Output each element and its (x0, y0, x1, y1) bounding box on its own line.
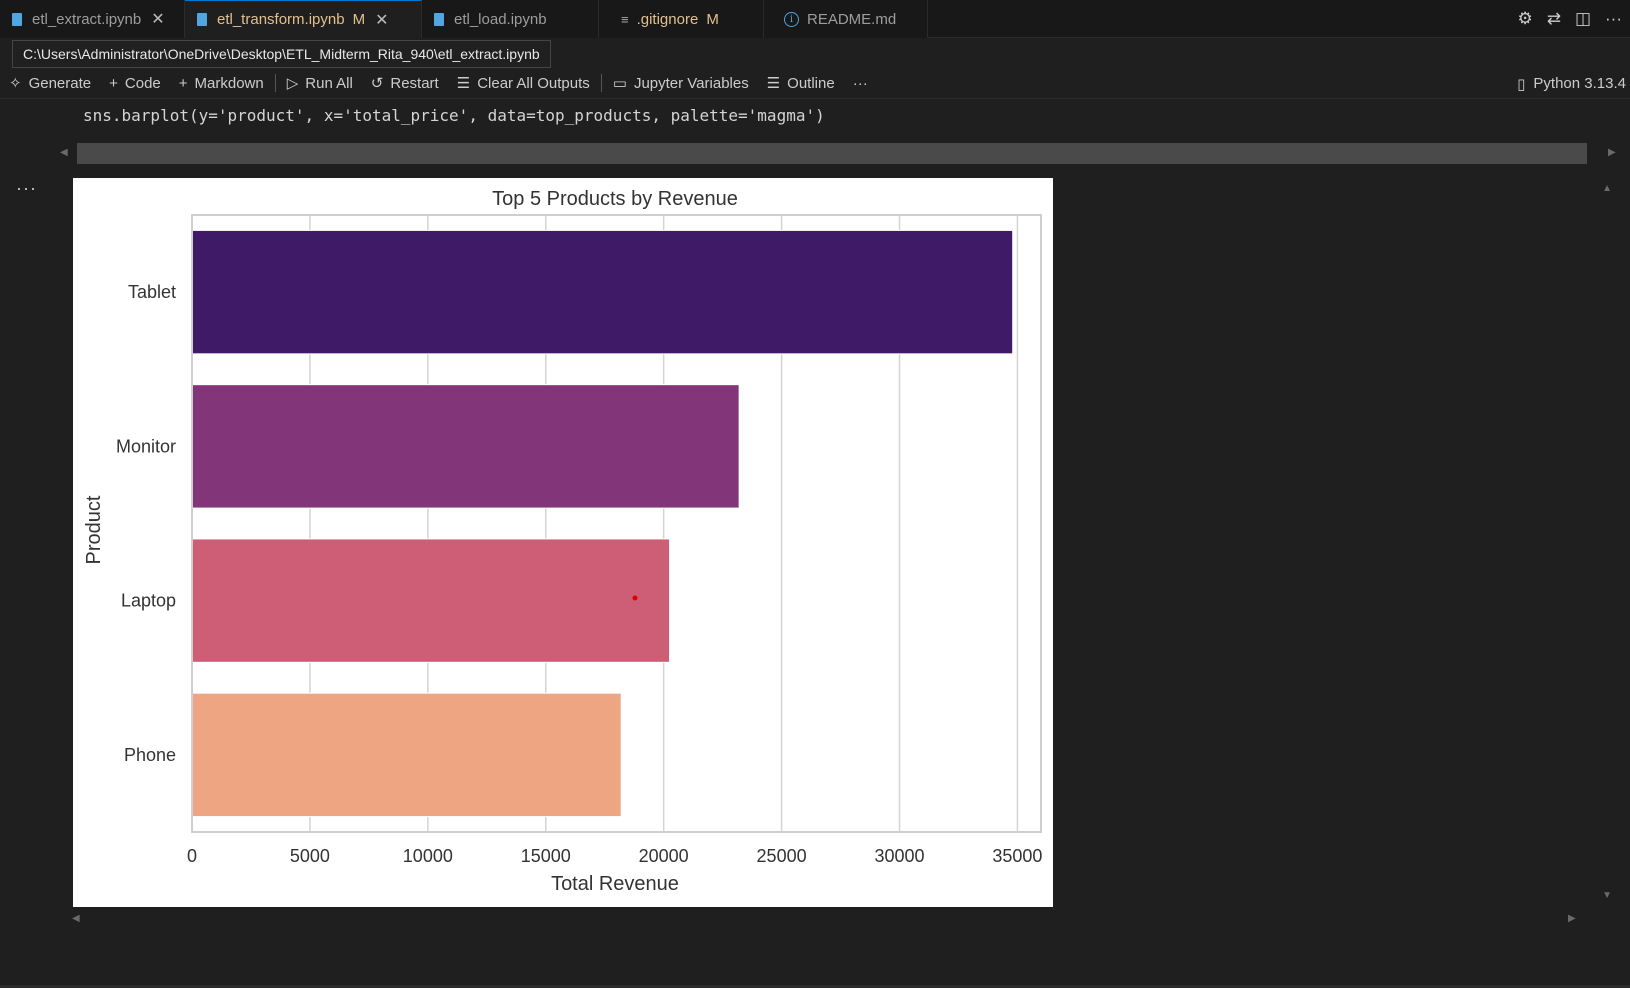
bar (191, 692, 622, 818)
restart-button[interactable]: ↺ Restart (362, 68, 448, 99)
restart-icon: ↺ (370, 75, 384, 92)
list-icon: ☰ (766, 75, 781, 92)
info-icon: i (784, 11, 799, 27)
plus-icon: + (109, 74, 118, 92)
gear-icon[interactable]: ⚙ (1517, 9, 1532, 29)
y-tick-label: Monitor (116, 436, 176, 456)
clear-outputs-label: Clear All Outputs (477, 74, 590, 92)
tab-etl-transform[interactable]: etl_transform.ipynb M ✕ (185, 0, 422, 38)
y-tick-labels: Tablet Monitor Laptop Phone (116, 282, 176, 765)
generate-label: Generate (28, 74, 92, 92)
variables-label: Jupyter Variables (633, 74, 749, 92)
scroll-left-icon[interactable]: ◀ (60, 147, 68, 158)
close-icon[interactable]: ✕ (375, 10, 388, 30)
split-editor-icon[interactable]: ◫ (1575, 9, 1591, 29)
output-scroll-left-icon[interactable]: ◀ (72, 913, 80, 924)
code-line[interactable]: sns.barplot(y='product', x='total_price'… (83, 106, 825, 125)
add-code-button[interactable]: + Code (100, 68, 170, 99)
editor-actions: ⚙ ⇄ ◫ ··· (1517, 0, 1622, 38)
bar (191, 538, 671, 663)
output-scroll-right-icon[interactable]: ▶ (1568, 913, 1576, 924)
horizontal-scrollbar[interactable] (77, 143, 1587, 164)
generate-button[interactable]: ✧ Generate (0, 68, 100, 99)
tab-label: etl_extract.ipynb (32, 10, 142, 28)
lines-file-icon: ≡ (621, 11, 629, 27)
cell-more-button[interactable]: ··· (16, 178, 37, 199)
outline-label: Outline (787, 74, 835, 92)
x-tick-label: 20000 (639, 846, 689, 866)
notebook-file-icon (197, 13, 207, 26)
add-markdown-button[interactable]: + Markdown (170, 68, 273, 99)
play-icon: ▷ (286, 75, 299, 92)
kernel-label: Python 3.13.4 (1533, 75, 1626, 92)
bar-chart: Top 5 Products by Revenue 0 5000 10000 1500… (83, 188, 1042, 895)
notebook-file-icon (12, 12, 22, 26)
markdown-label: Markdown (194, 74, 264, 92)
tab-label: etl_load.ipynb (454, 10, 547, 28)
tab-readme[interactable]: i README.md (764, 0, 928, 38)
run-all-button[interactable]: ▷ Run All (278, 68, 362, 99)
x-tick-label: 0 (187, 846, 197, 866)
editor-tab-bar: etl_extract.ipynb ✕ etl_transform.ipynb … (0, 0, 1630, 38)
bars (191, 229, 1014, 818)
clear-all-icon: ☰ (456, 75, 471, 92)
cursor-dot (632, 595, 638, 601)
sparkle-icon: ✧ (9, 75, 22, 92)
y-axis-label: Product (83, 495, 105, 564)
x-tick-labels: 0 5000 10000 15000 20000 25000 30000 35000 (187, 846, 1042, 866)
kernel-picker[interactable]: ▯ Python 3.13.4 (1517, 68, 1626, 99)
x-tick-label: 30000 (874, 846, 924, 866)
variables-icon: ▭ (612, 75, 627, 92)
close-icon[interactable]: ✕ (151, 9, 164, 29)
compare-changes-icon[interactable]: ⇄ (1547, 9, 1561, 29)
x-tick-label: 15000 (521, 846, 571, 866)
jupyter-variables-button[interactable]: ▭ Jupyter Variables (604, 68, 758, 99)
notebook-file-icon (434, 12, 444, 26)
chart-title: Top 5 Products by Revenue (492, 188, 738, 210)
y-tick-label: Laptop (121, 591, 176, 611)
modified-indicator: M (352, 11, 366, 28)
plus-icon: + (178, 74, 188, 92)
modified-indicator: M (706, 10, 719, 28)
y-tick-label: Tablet (128, 282, 176, 302)
outline-button[interactable]: ☰ Outline (758, 68, 844, 99)
tab-etl-extract[interactable]: etl_extract.ipynb ✕ (0, 0, 185, 38)
x-tick-label: 5000 (290, 846, 330, 866)
y-tick-label: Phone (124, 745, 176, 765)
bar (191, 384, 740, 509)
notebook-toolbar: ✧ Generate + Code + Markdown ▷ Run All ↺… (0, 68, 1630, 99)
x-tick-label: 35000 (992, 846, 1042, 866)
more-toolbar-button[interactable]: ··· (844, 68, 877, 99)
run-all-label: Run All (305, 74, 353, 92)
file-path-tooltip: C:\Users\Administrator\OneDrive\Desktop\… (12, 40, 551, 68)
toolbar-divider (600, 74, 602, 92)
x-tick-label: 10000 (403, 846, 453, 866)
more-actions-icon[interactable]: ··· (1605, 9, 1622, 29)
scroll-down-icon[interactable]: ▼ (1602, 890, 1612, 901)
x-axis-label: Total Revenue (551, 873, 679, 895)
tab-label: .gitignore (636, 10, 699, 28)
code-label: Code (124, 74, 161, 92)
tab-etl-load[interactable]: etl_load.ipynb (422, 0, 599, 38)
kernel-icon: ▯ (1517, 75, 1526, 93)
scroll-right-icon[interactable]: ▶ (1608, 147, 1616, 158)
clear-outputs-button[interactable]: ☰ Clear All Outputs (448, 68, 599, 99)
bar (191, 229, 1014, 355)
tab-label: README.md (807, 10, 897, 28)
x-tick-label: 25000 (757, 846, 807, 866)
tab-gitignore[interactable]: ≡ .gitignore M (599, 0, 764, 38)
scroll-up-icon[interactable]: ▲ (1602, 183, 1612, 194)
toolbar-divider (274, 74, 276, 92)
restart-label: Restart (390, 74, 439, 92)
tab-label: etl_transform.ipynb (217, 11, 345, 28)
